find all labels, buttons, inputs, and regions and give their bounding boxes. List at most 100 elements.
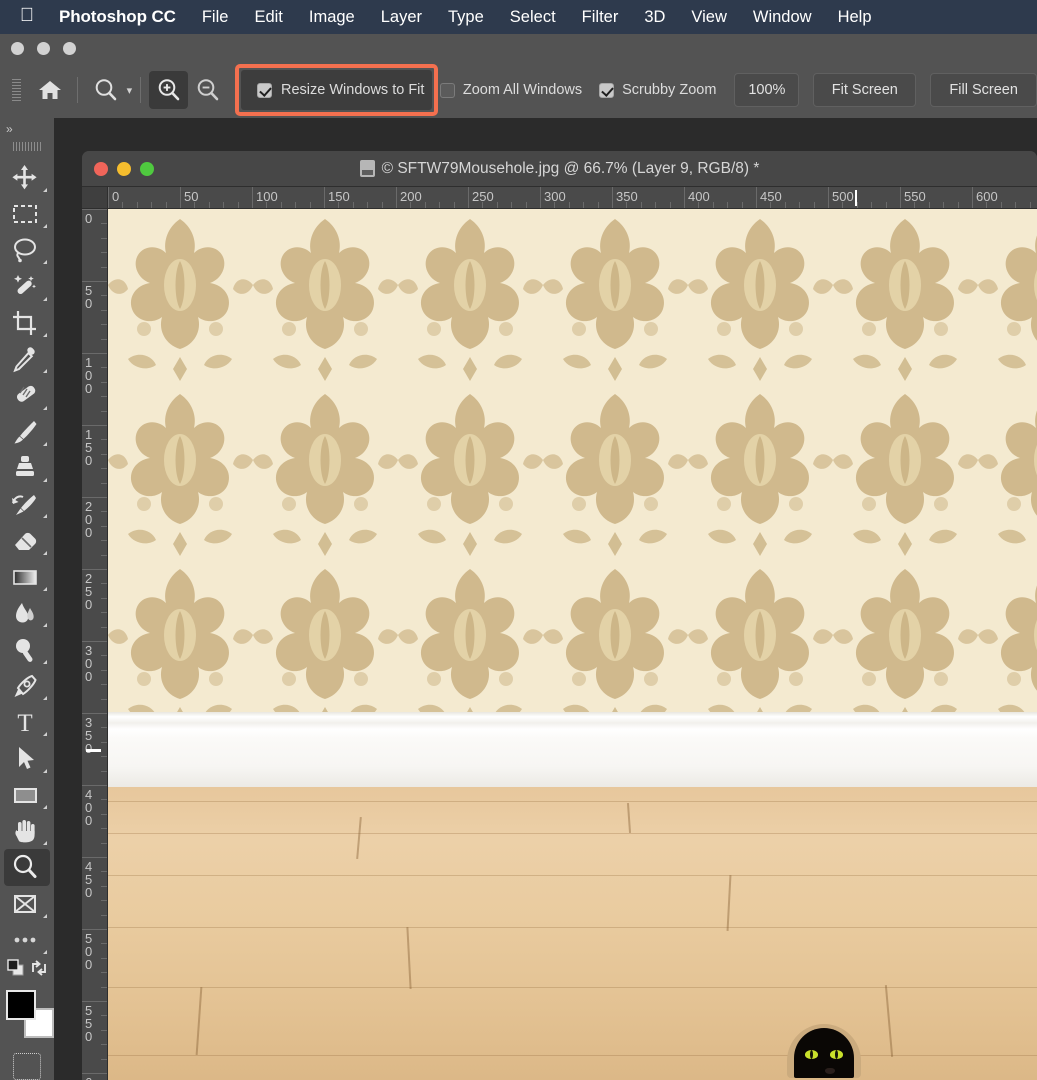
ruler-corner[interactable] (82, 187, 108, 208)
resize-windows-to-fit-box[interactable] (257, 82, 272, 98)
ruler-v-minor-tick (101, 1015, 107, 1017)
horizontal-ruler[interactable]: 050100150200250300350400450500550600650 (82, 187, 1037, 209)
zoom-out-button[interactable] (188, 71, 227, 109)
tool-options-corner (43, 187, 47, 192)
ruler-v-label: 300 (85, 643, 93, 684)
menu-item-layer[interactable]: Layer (368, 8, 435, 27)
hand-tool[interactable] (4, 813, 50, 849)
move-tool[interactable] (4, 159, 50, 195)
mac-menu-bar:  Photoshop CC File Edit Image Layer Typ… (0, 0, 1037, 34)
ruler-v-minor-tick (101, 482, 107, 484)
quick-mask-icon[interactable] (13, 1052, 41, 1080)
eyedropper-tool[interactable] (4, 341, 50, 377)
ruler-v-minor-tick (101, 698, 107, 700)
menu-item-3d[interactable]: 3D (631, 8, 678, 27)
home-icon[interactable] (30, 71, 69, 109)
zoom-all-windows-checkbox[interactable]: Zoom All Windows (439, 82, 582, 98)
eraser-tool[interactable] (4, 522, 50, 558)
ruler-v-minor-tick (101, 237, 107, 239)
ruler-h-minor-tick (770, 202, 772, 208)
current-tool-magnifier-icon[interactable] (86, 71, 125, 109)
ruler-h-cursor-marker (855, 190, 858, 206)
history-brush-tool[interactable] (4, 486, 50, 522)
image-canvas[interactable] (108, 209, 1037, 1080)
ruler-h-minor-tick (511, 202, 513, 208)
resize-windows-to-fit-checkbox[interactable]: Resize Windows to Fit (241, 70, 432, 110)
clone-stamp-tool[interactable] (4, 450, 50, 486)
zoom-tool[interactable] (4, 849, 50, 886)
menu-item-select[interactable]: Select (497, 8, 569, 27)
crop-tool[interactable] (4, 305, 50, 341)
menu-item-edit[interactable]: Edit (241, 8, 295, 27)
blur-tool[interactable] (4, 595, 50, 631)
ruler-v-minor-tick (101, 324, 107, 326)
app-close-button[interactable] (11, 41, 24, 55)
scrubby-zoom-checkbox[interactable]: Scrubby Zoom (599, 82, 716, 98)
zoom-100-percent-button[interactable]: 100% (734, 73, 800, 107)
rectangle-tool[interactable] (4, 777, 50, 813)
frame-tool[interactable] (4, 886, 50, 922)
dodge-tool[interactable] (4, 631, 50, 667)
default-colors-icon[interactable] (6, 958, 26, 983)
collapse-tools-icon[interactable]: » (0, 118, 54, 140)
ruler-v-minor-tick (101, 655, 107, 657)
ruler-v-minor-tick (101, 1058, 107, 1060)
vertical-ruler[interactable]: 050100150200250300350400450500550600 (82, 209, 108, 1080)
menu-item-window[interactable]: Window (740, 8, 825, 27)
menu-item-view[interactable]: View (678, 8, 739, 27)
scrubby-zoom-box[interactable] (599, 82, 615, 98)
ruler-h-minor-tick (338, 202, 340, 208)
brush-tool[interactable] (4, 414, 50, 450)
ruler-h-minor-tick (136, 202, 138, 208)
document-title-bar[interactable]: © SFTW79Mousehole.jpg @ 66.7% (Layer 9, … (82, 151, 1037, 187)
path-selection-tool[interactable] (4, 740, 50, 776)
fill-screen-button[interactable]: Fill Screen (930, 73, 1037, 107)
app-name-menu[interactable]: Photoshop CC (46, 7, 189, 27)
ruler-v-tick (82, 1073, 107, 1074)
ruler-v-minor-tick (101, 684, 107, 686)
ruler-v-minor-tick (101, 972, 107, 974)
lasso-tool[interactable] (4, 232, 50, 268)
zoom-in-button[interactable] (149, 71, 189, 109)
healing-brush-tool[interactable] (4, 377, 50, 413)
tool-options-corner (43, 950, 47, 955)
tool-options-corner (43, 514, 47, 519)
tool-options-corner (43, 913, 47, 918)
options-divider-1 (77, 77, 79, 103)
fit-screen-button[interactable]: Fit Screen (813, 73, 917, 107)
rectangular-marquee-tool[interactable] (4, 196, 50, 232)
tools-panel-grip[interactable] (10, 140, 44, 154)
menu-item-image[interactable]: Image (296, 8, 368, 27)
ruler-v-minor-tick (101, 309, 107, 311)
menu-item-filter[interactable]: Filter (569, 8, 632, 27)
swap-colors-icon[interactable] (29, 958, 49, 983)
ruler-h-minor-tick (928, 202, 930, 208)
tool-options-corner (43, 623, 47, 628)
menu-item-help[interactable]: Help (825, 8, 885, 27)
ruler-v-tick (82, 857, 107, 858)
pen-tool[interactable] (4, 668, 50, 704)
foreground-color-swatch[interactable] (6, 989, 36, 1020)
tool-options-corner (43, 441, 47, 446)
mousehole (787, 1024, 861, 1078)
options-bar-grip[interactable] (12, 73, 22, 107)
app-maximize-button[interactable] (63, 41, 76, 55)
ruler-v-label: 200 (85, 499, 93, 540)
options-bar: ▾ Zoom All Windows Scrubby Zoom 100% Fit… (0, 62, 1037, 118)
ruler-v-minor-tick (101, 727, 107, 729)
menu-item-type[interactable]: Type (435, 8, 497, 27)
magic-wand-tool[interactable] (4, 268, 50, 304)
menu-item-file[interactable]: File (189, 8, 242, 27)
ruler-v-minor-tick (101, 669, 107, 671)
gradient-tool[interactable] (4, 559, 50, 595)
apple-logo-icon[interactable]:  (14, 6, 40, 28)
ruler-v-minor-tick (101, 367, 107, 369)
type-tool[interactable]: T (4, 704, 50, 740)
edit-toolbar-button[interactable] (4, 922, 50, 958)
ruler-v-tick (82, 785, 107, 786)
app-minimize-button[interactable] (37, 41, 50, 55)
chevron-down-icon[interactable]: ▾ (127, 84, 133, 97)
ruler-h-minor-tick (496, 202, 498, 208)
zoom-all-windows-box[interactable] (439, 82, 455, 98)
ruler-h-minor-tick (842, 202, 844, 208)
